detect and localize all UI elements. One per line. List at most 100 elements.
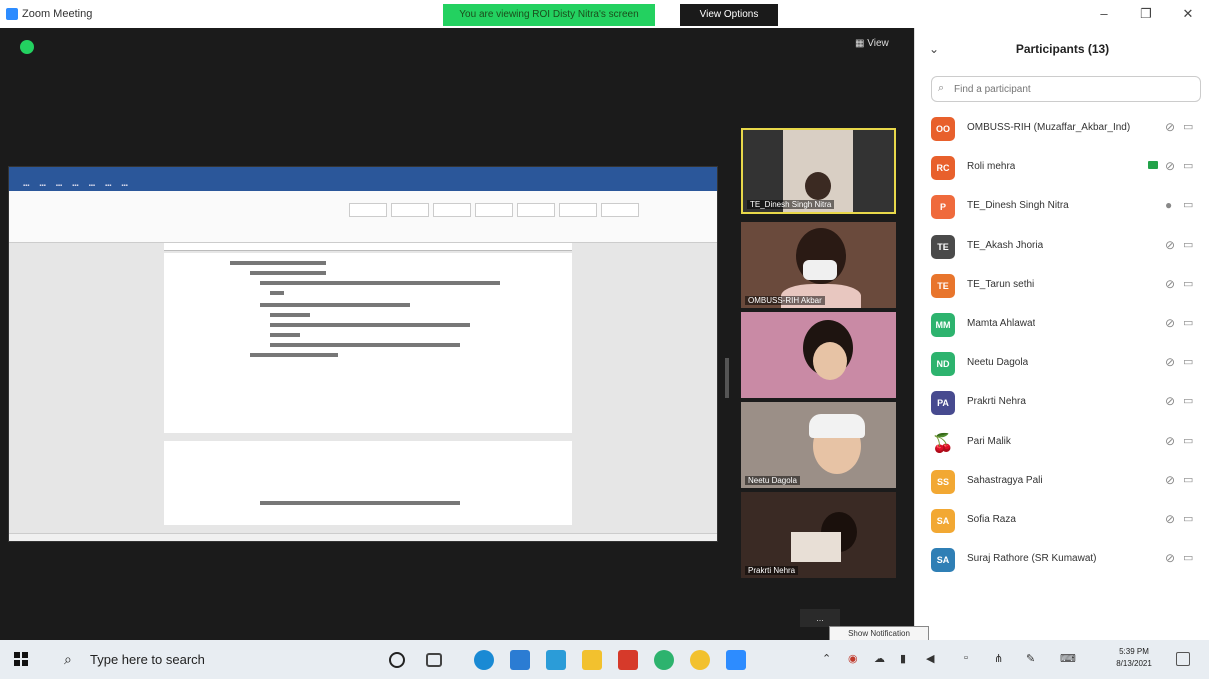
- video-tile[interactable]: Prakrti Nehra: [741, 492, 896, 578]
- microphone-icon[interactable]: ▮: [900, 652, 906, 665]
- participant-name: Mamta Ahlawat: [967, 317, 1036, 329]
- mic-muted-icon[interactable]: ⊘: [1165, 316, 1175, 330]
- clock-time: 5:39 PM: [1119, 647, 1149, 656]
- video-off-icon[interactable]: ▭: [1183, 238, 1193, 251]
- mic-muted-icon[interactable]: ⊘: [1165, 434, 1175, 448]
- participant-name: OMBUSS-RIH (Muzaffar_Akbar_Ind): [967, 122, 1131, 133]
- mic-muted-icon[interactable]: ⊘: [1165, 473, 1175, 487]
- maximize-icon[interactable]: ❐: [1125, 0, 1167, 28]
- video-off-icon[interactable]: ▭: [1183, 120, 1193, 133]
- mic-muted-icon[interactable]: ⊘: [1165, 238, 1175, 252]
- video-off-icon[interactable]: ▭: [1183, 277, 1193, 290]
- meeting-area: ▦ View ▪▪▪ ▪▪▪ ▪▪▪ ▪▪▪ ▪▪▪ ▪▪▪ ▪▪▪ TE_Di…: [0, 28, 914, 660]
- participant-avatar: OO: [931, 117, 955, 141]
- doc-text-line: [270, 333, 300, 337]
- style-box: [601, 203, 639, 217]
- video-tile[interactable]: OMBUSS-RIH Akbar: [741, 222, 896, 308]
- participant-row[interactable]: RC Roli mehra ⊘ ▭: [915, 149, 1209, 188]
- mic-muted-icon[interactable]: ⊘: [1165, 512, 1175, 526]
- video-tile[interactable]: [741, 312, 896, 398]
- participant-row[interactable]: SS Sahastragya Pali ⊘ ▭: [915, 463, 1209, 502]
- file-explorer-icon[interactable]: [582, 650, 602, 670]
- mic-muted-icon[interactable]: ⊘: [1165, 120, 1175, 134]
- participant-name: TE_Tarun sethi: [967, 278, 1035, 290]
- view-options-button[interactable]: View Options: [680, 4, 778, 26]
- participant-row[interactable]: PA Prakrti Nehra ⊘ ▭: [915, 384, 1209, 423]
- participant-row[interactable]: OO OMBUSS-RIH (Muzaffar_Akbar_Ind) ⊘ ▭: [915, 110, 1209, 149]
- taskbar-clock[interactable]: 5:39 PM 8/13/2021: [1104, 646, 1164, 670]
- mic-muted-icon[interactable]: ⊘: [1165, 159, 1175, 173]
- notification-center-icon[interactable]: [1176, 652, 1190, 666]
- task-view-icon[interactable]: [426, 653, 442, 667]
- mic-muted-icon[interactable]: ⊘: [1165, 355, 1175, 369]
- mail-icon[interactable]: [510, 650, 530, 670]
- network-icon[interactable]: ⋔: [994, 652, 1003, 665]
- participant-row[interactable]: 🍒 Pari Malik ⊘ ▭: [915, 424, 1209, 463]
- zoom-taskbar-icon[interactable]: [726, 650, 746, 670]
- person-figure: [805, 172, 831, 200]
- mic-icon[interactable]: ●: [1165, 198, 1172, 212]
- app-icon[interactable]: [654, 650, 674, 670]
- video-off-icon[interactable]: ▭: [1183, 159, 1193, 172]
- mic-muted-icon[interactable]: ⊘: [1165, 277, 1175, 291]
- chrome-icon[interactable]: [690, 650, 710, 670]
- word-menu-item: ▪▪▪: [121, 183, 128, 189]
- view-button[interactable]: ▦ View: [855, 38, 889, 49]
- video-off-icon[interactable]: ▭: [1183, 512, 1193, 525]
- participant-row[interactable]: ND Neetu Dagola ⊘ ▭: [915, 345, 1209, 384]
- participant-row[interactable]: TE TE_Tarun sethi ⊘ ▭: [915, 267, 1209, 306]
- tray-app-icon[interactable]: ☁: [874, 652, 885, 665]
- store-icon[interactable]: [546, 650, 566, 670]
- video-off-icon[interactable]: ▭: [1183, 394, 1193, 407]
- video-tile[interactable]: Neetu Dagola: [741, 402, 896, 488]
- doc-text-line: [250, 353, 338, 357]
- participant-row[interactable]: MM Mamta Ahlawat ⊘ ▭: [915, 306, 1209, 345]
- mic-muted-icon[interactable]: ⊘: [1165, 394, 1175, 408]
- participant-search[interactable]: ⌕: [931, 76, 1201, 102]
- speaker-icon[interactable]: ◀: [926, 652, 934, 665]
- encryption-shield-icon[interactable]: [20, 40, 34, 54]
- cortana-icon[interactable]: [389, 652, 405, 668]
- resize-handle[interactable]: [725, 358, 729, 398]
- document-page: [164, 253, 572, 433]
- show-hidden-icons-icon[interactable]: ⌃: [822, 652, 831, 665]
- tray-app-icon[interactable]: ◉: [848, 652, 858, 665]
- doc-text-line: [230, 261, 326, 265]
- doc-text-line: [270, 313, 310, 317]
- panel-title: Participants (13): [1015, 42, 1110, 56]
- taskbar-search[interactable]: ⌕ Type here to search: [56, 646, 376, 673]
- edge-icon[interactable]: [474, 650, 494, 670]
- video-off-icon[interactable]: ▭: [1183, 434, 1193, 447]
- participant-avatar: PA: [931, 391, 955, 416]
- video-tile[interactable]: TE_Dinesh Singh Nitra: [741, 128, 896, 214]
- mic-muted-icon[interactable]: ⊘: [1165, 551, 1175, 565]
- participant-row[interactable]: SA Sofia Raza ⊘ ▭: [915, 502, 1209, 541]
- keyboard-icon[interactable]: ⌨: [1060, 652, 1076, 665]
- acrobat-icon[interactable]: [618, 650, 638, 670]
- doc-text-line: [270, 291, 284, 295]
- video-off-icon[interactable]: ▭: [1183, 551, 1193, 564]
- close-icon[interactable]: ✕: [1167, 0, 1209, 28]
- word-ribbon: [9, 191, 717, 243]
- more-videos-button[interactable]: ...: [800, 609, 840, 627]
- video-off-icon[interactable]: ▭: [1183, 355, 1193, 368]
- minimize-icon[interactable]: –: [1083, 0, 1125, 28]
- video-off-icon[interactable]: ▭: [1183, 473, 1193, 486]
- word-title-bar: [9, 167, 717, 181]
- pen-icon[interactable]: ✎: [1026, 652, 1035, 665]
- participant-row[interactable]: TE TE_Akash Jhoria ⊘ ▭: [915, 228, 1209, 267]
- participant-avatar: SS: [931, 469, 955, 494]
- windows-logo-icon[interactable]: [14, 652, 28, 666]
- participant-row[interactable]: P TE_Dinesh Singh Nitra ● ▭: [915, 188, 1209, 227]
- participant-video-name: OMBUSS-RIH Akbar: [745, 296, 825, 305]
- video-off-icon[interactable]: ▭: [1183, 316, 1193, 329]
- participant-search-input[interactable]: [954, 80, 1194, 98]
- participant-avatar: SA: [931, 548, 955, 573]
- participant-row[interactable]: SA Suraj Rathore (SR Kumawat) ⊘ ▭: [915, 541, 1209, 580]
- participant-name: Sofia Raza: [967, 513, 1016, 525]
- doc-text-line: [260, 501, 460, 505]
- tray-app-icon[interactable]: ▫: [964, 652, 968, 664]
- video-off-icon[interactable]: ▭: [1183, 198, 1193, 211]
- word-menu-item: ▪▪▪: [104, 183, 112, 189]
- participant-name: TE_Akash Jhoria: [967, 239, 1044, 251]
